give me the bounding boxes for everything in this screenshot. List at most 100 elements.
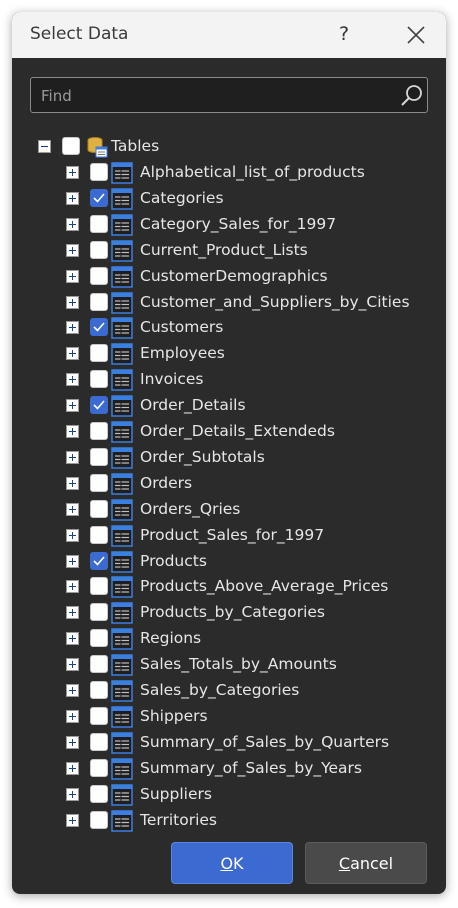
table-icon [111, 680, 133, 702]
table-checkbox[interactable] [90, 473, 108, 492]
expand-icon[interactable] [66, 450, 79, 464]
collapse-icon[interactable] [38, 140, 51, 153]
expand-icon[interactable] [66, 295, 79, 309]
table-checkbox[interactable] [90, 447, 108, 466]
tree-item[interactable]: Customers [12, 315, 432, 341]
expand-icon[interactable] [66, 554, 79, 568]
table-checkbox[interactable] [90, 396, 108, 415]
table-checkbox[interactable] [90, 422, 108, 440]
search-icon[interactable] [399, 83, 425, 109]
tree-item[interactable]: Suppliers [12, 782, 432, 808]
table-icon [111, 239, 133, 262]
tree-item[interactable]: Summary_of_Sales_by_Years [12, 756, 432, 782]
tree-root-label: Tables [111, 137, 160, 155]
expand-icon[interactable] [66, 373, 79, 387]
table-icon [111, 369, 133, 391]
tree-item[interactable]: Invoices [12, 367, 432, 393]
expand-icon[interactable] [66, 217, 79, 231]
table-checkbox[interactable] [90, 214, 108, 233]
table-checkbox[interactable] [90, 706, 108, 725]
table-checkbox[interactable] [90, 629, 108, 648]
expand-icon[interactable] [66, 269, 79, 283]
close-button[interactable] [402, 21, 430, 49]
expand-icon[interactable] [66, 425, 79, 438]
tree-item[interactable]: Products_by_Categories [12, 600, 432, 626]
table-checkbox[interactable] [90, 784, 108, 803]
table-checkbox[interactable] [90, 603, 108, 622]
table-icon [111, 188, 133, 210]
table-checkbox[interactable] [90, 525, 108, 544]
tree-root-tables[interactable]: Tables [12, 134, 432, 160]
tree-item[interactable]: Sales_Totals_by_Amounts [12, 652, 432, 678]
tree-item[interactable]: Regions [12, 626, 432, 652]
tree-item-label: Category_Sales_for_1997 [140, 214, 337, 233]
tree-item[interactable]: Category_Sales_for_1997 [12, 212, 432, 238]
table-checkbox[interactable] [90, 577, 108, 596]
cancel-button[interactable]: Cancel [305, 842, 427, 884]
table-checkbox[interactable] [90, 551, 108, 570]
expand-icon[interactable] [66, 606, 79, 620]
tree-item[interactable]: Orders_Qries [12, 497, 432, 523]
table-icon [111, 809, 133, 832]
tree-item[interactable]: Order_Details_Extendeds [12, 419, 432, 445]
ok-button[interactable]: OK [171, 842, 293, 884]
expand-icon[interactable] [66, 580, 79, 594]
tree-item[interactable]: Product_Sales_for_1997 [12, 523, 432, 549]
expand-icon[interactable] [66, 813, 79, 827]
table-checkbox[interactable] [90, 344, 108, 363]
expand-icon[interactable] [66, 166, 79, 179]
tree-item[interactable]: Current_Product_Lists [12, 238, 432, 264]
tree-item[interactable]: Products_Above_Average_Prices [12, 574, 432, 600]
table-checkbox[interactable] [90, 292, 108, 311]
tree-item[interactable]: CustomerDemographics [12, 264, 432, 290]
tree-item[interactable]: Shippers [12, 704, 432, 730]
table-checkbox[interactable] [90, 655, 108, 674]
table-checkbox[interactable] [90, 810, 108, 829]
tree-item-label: Current_Product_Lists [140, 240, 308, 259]
tree-item[interactable]: Order_Subtotals [12, 445, 432, 471]
tree-item-label: Order_Details [140, 396, 246, 415]
tables-checkbox[interactable] [62, 137, 80, 155]
table-checkbox[interactable] [90, 318, 108, 337]
table-checkbox[interactable] [90, 681, 108, 699]
tree-item[interactable]: Products [12, 549, 432, 575]
table-checkbox[interactable] [90, 499, 108, 518]
expand-icon[interactable] [66, 787, 79, 801]
table-checkbox[interactable] [90, 370, 108, 389]
expand-icon[interactable] [66, 476, 79, 490]
expand-icon[interactable] [66, 709, 79, 723]
tree-item-label: Products [140, 551, 207, 570]
expand-icon[interactable] [66, 243, 79, 257]
expand-icon[interactable] [66, 632, 79, 646]
tree-item[interactable]: Customer_and_Suppliers_by_Cities [12, 290, 432, 316]
table-icon [111, 706, 133, 728]
expand-icon[interactable] [66, 191, 79, 205]
tree-item-label: Customer_and_Suppliers_by_Cities [140, 292, 410, 311]
tree-item[interactable]: Territories [12, 808, 432, 834]
find-input[interactable] [39, 82, 393, 110]
table-checkbox[interactable] [90, 266, 108, 285]
table-checkbox[interactable] [90, 163, 108, 181]
expand-icon[interactable] [66, 761, 79, 775]
tree-item[interactable]: Summary_of_Sales_by_Quarters [12, 730, 432, 756]
tree-item[interactable]: Employees [12, 341, 432, 367]
expand-icon[interactable] [66, 347, 79, 361]
expand-icon[interactable] [66, 684, 79, 697]
table-checkbox[interactable] [90, 732, 108, 751]
tree-item[interactable]: Sales_by_Categories [12, 678, 432, 704]
tree-item[interactable]: Order_Details [12, 393, 432, 419]
expand-icon[interactable] [66, 528, 79, 542]
tree-item[interactable]: Categories [12, 186, 432, 212]
help-button[interactable]: ? [330, 20, 358, 48]
expand-icon[interactable] [66, 321, 79, 335]
expand-icon[interactable] [66, 735, 79, 749]
expand-icon[interactable] [66, 658, 79, 672]
tree-item[interactable]: Alphabetical_list_of_products [12, 160, 432, 186]
table-checkbox[interactable] [90, 188, 108, 207]
table-checkbox[interactable] [90, 758, 108, 777]
ok-label-rest: K [233, 854, 244, 873]
expand-icon[interactable] [66, 399, 79, 413]
table-checkbox[interactable] [90, 240, 108, 259]
expand-icon[interactable] [66, 502, 79, 516]
tree-item[interactable]: Orders [12, 471, 432, 497]
